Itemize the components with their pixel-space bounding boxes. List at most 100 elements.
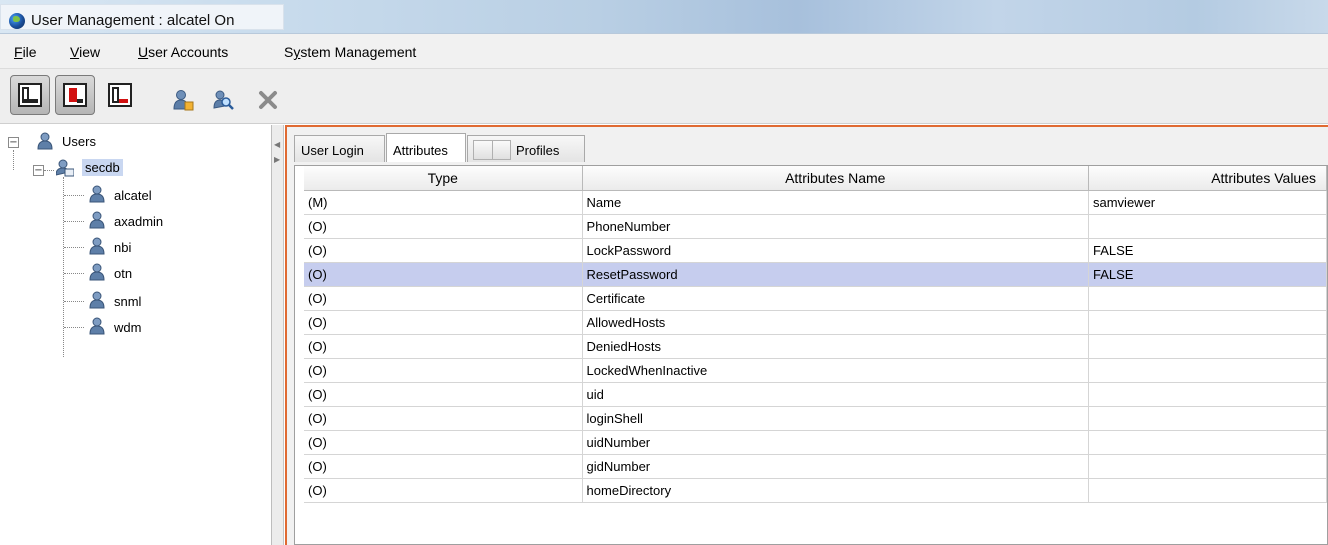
cell-attribute-name[interactable]: Certificate — [582, 286, 1090, 311]
cell-attribute-value[interactable] — [1088, 406, 1327, 431]
tree-node-alcatel[interactable]: alcatel — [114, 188, 152, 203]
cell-attribute-value[interactable] — [1088, 334, 1327, 359]
cell-type[interactable]: (O) — [304, 262, 583, 287]
cell-attribute-name[interactable]: homeDirectory — [582, 478, 1090, 503]
cell-attribute-value[interactable] — [1088, 454, 1327, 479]
menu-user-accounts[interactable]: User Accounts — [138, 44, 228, 60]
menu-user-accounts-label: ser Accounts — [148, 44, 229, 60]
menu-view-label: iew — [79, 44, 101, 60]
tree-node-otn[interactable]: otn — [114, 266, 132, 281]
collapse-right-arrow-icon[interactable]: ▶ — [274, 155, 280, 164]
column-header-name[interactable]: Attributes Name — [582, 166, 1090, 191]
tab-attributes[interactable]: Attributes — [386, 133, 466, 162]
table-row[interactable]: (O) ResetPassword FALSE — [304, 262, 1327, 287]
delete-icon[interactable] — [257, 89, 279, 111]
user-add-icon[interactable] — [172, 89, 194, 111]
collapse-left-arrow-icon[interactable]: ◀ — [274, 140, 280, 149]
cell-type[interactable]: (O) — [304, 238, 583, 263]
cell-attribute-name[interactable]: gidNumber — [582, 454, 1090, 479]
cell-attribute-value[interactable] — [1088, 382, 1327, 407]
cell-attribute-name[interactable]: uidNumber — [582, 430, 1090, 455]
cell-attribute-name[interactable]: Name — [582, 190, 1090, 215]
cell-attribute-name[interactable]: loginShell — [582, 406, 1090, 431]
menu-file-label: ile — [22, 44, 37, 60]
table-row[interactable]: (O) homeDirectory — [304, 478, 1327, 503]
user-icon — [89, 317, 105, 335]
cell-type[interactable]: (O) — [304, 382, 583, 407]
cell-type[interactable]: (O) — [304, 358, 583, 383]
cell-attribute-value[interactable]: samviewer — [1088, 190, 1327, 215]
table-row[interactable]: (O) gidNumber — [304, 454, 1327, 479]
cell-attribute-value[interactable] — [1088, 358, 1327, 383]
cell-type[interactable]: (O) — [304, 478, 583, 503]
cell-type[interactable]: (M) — [304, 190, 583, 215]
tab-user-login[interactable]: User Login — [294, 135, 385, 162]
cell-attribute-value[interactable] — [1088, 478, 1327, 503]
table-row[interactable]: (O) uid — [304, 382, 1327, 407]
table-row[interactable]: (O) DeniedHosts — [304, 334, 1327, 359]
window-title: User Management : alcatel On — [31, 12, 235, 29]
layout-bottom-icon — [108, 83, 132, 107]
table-row[interactable]: (M) Name samviewer — [304, 190, 1327, 215]
cell-attribute-name[interactable]: LockPassword — [582, 238, 1090, 263]
tree-node-snml[interactable]: snml — [114, 294, 141, 309]
details-panel: User Login Attributes Profiles Type Attr… — [285, 125, 1328, 545]
cell-type[interactable]: (O) — [304, 214, 583, 239]
table-row[interactable]: (O) loginShell — [304, 406, 1327, 431]
profiles-tab-icon — [473, 140, 511, 160]
panel-splitter[interactable]: ◀ ▶ — [272, 125, 284, 545]
table-row[interactable]: (O) LockPassword FALSE — [304, 238, 1327, 263]
tree-node-users[interactable]: Users — [62, 134, 96, 149]
cell-attribute-name[interactable]: DeniedHosts — [582, 334, 1090, 359]
collapse-group-icon[interactable]: − — [33, 165, 44, 176]
cell-type[interactable]: (O) — [304, 406, 583, 431]
tree-node-axadmin[interactable]: axadmin — [114, 214, 163, 229]
user-tree: − Users − secdb alcatel axadmin nbi otn … — [0, 125, 272, 545]
cell-attribute-value[interactable] — [1088, 430, 1327, 455]
database-group-icon — [56, 159, 74, 177]
table-row[interactable]: (O) LockedWhenInactive — [304, 358, 1327, 383]
cell-attribute-value[interactable]: FALSE — [1088, 238, 1327, 263]
cell-attribute-name[interactable]: uid — [582, 382, 1090, 407]
cell-type[interactable]: (O) — [304, 430, 583, 455]
user-icon — [89, 211, 105, 229]
cell-attribute-name[interactable]: LockedWhenInactive — [582, 358, 1090, 383]
menu-file[interactable]: File — [14, 44, 37, 60]
globe-icon — [9, 13, 25, 29]
cell-attribute-name[interactable]: PhoneNumber — [582, 214, 1090, 239]
tree-node-wdm[interactable]: wdm — [114, 320, 141, 335]
cell-attribute-value[interactable] — [1088, 214, 1327, 239]
layout-bottom-button[interactable] — [100, 75, 140, 115]
tree-node-secdb[interactable]: secdb — [82, 159, 123, 176]
column-header-values[interactable]: Attributes Values — [1088, 166, 1327, 191]
cell-type[interactable]: (O) — [304, 334, 583, 359]
cell-type[interactable]: (O) — [304, 454, 583, 479]
user-icon — [89, 185, 105, 203]
table-header-row: Type Attributes Name Attributes Values — [304, 166, 1327, 191]
cell-attribute-name[interactable]: AllowedHosts — [582, 310, 1090, 335]
cell-attribute-name[interactable]: ResetPassword — [582, 262, 1090, 287]
layout-full-button[interactable] — [10, 75, 50, 115]
table-row[interactable]: (O) PhoneNumber — [304, 214, 1327, 239]
cell-type[interactable]: (O) — [304, 286, 583, 311]
collapse-root-icon[interactable]: − — [8, 137, 19, 148]
attributes-table-container: Type Attributes Name Attributes Values (… — [294, 165, 1328, 545]
cell-type[interactable]: (O) — [304, 310, 583, 335]
cell-attribute-value[interactable] — [1088, 286, 1327, 311]
user-search-icon[interactable] — [212, 89, 234, 111]
cell-attribute-value[interactable] — [1088, 310, 1327, 335]
tab-profiles[interactable]: Profiles — [467, 135, 585, 162]
user-icon — [89, 237, 105, 255]
user-icon — [89, 263, 105, 281]
tree-node-nbi[interactable]: nbi — [114, 240, 131, 255]
layout-left-button[interactable] — [55, 75, 95, 115]
column-header-type[interactable]: Type — [304, 166, 583, 191]
tree-node-secdb-label: secdb — [82, 159, 123, 176]
table-row[interactable]: (O) Certificate — [304, 286, 1327, 311]
table-row[interactable]: (O) AllowedHosts — [304, 310, 1327, 335]
menu-system-management[interactable]: System Management — [284, 44, 416, 60]
table-row[interactable]: (O) uidNumber — [304, 430, 1327, 455]
cell-attribute-value[interactable]: FALSE — [1088, 262, 1327, 287]
menu-system-management-pre: S — [284, 44, 294, 60]
menu-view[interactable]: View — [70, 44, 100, 60]
